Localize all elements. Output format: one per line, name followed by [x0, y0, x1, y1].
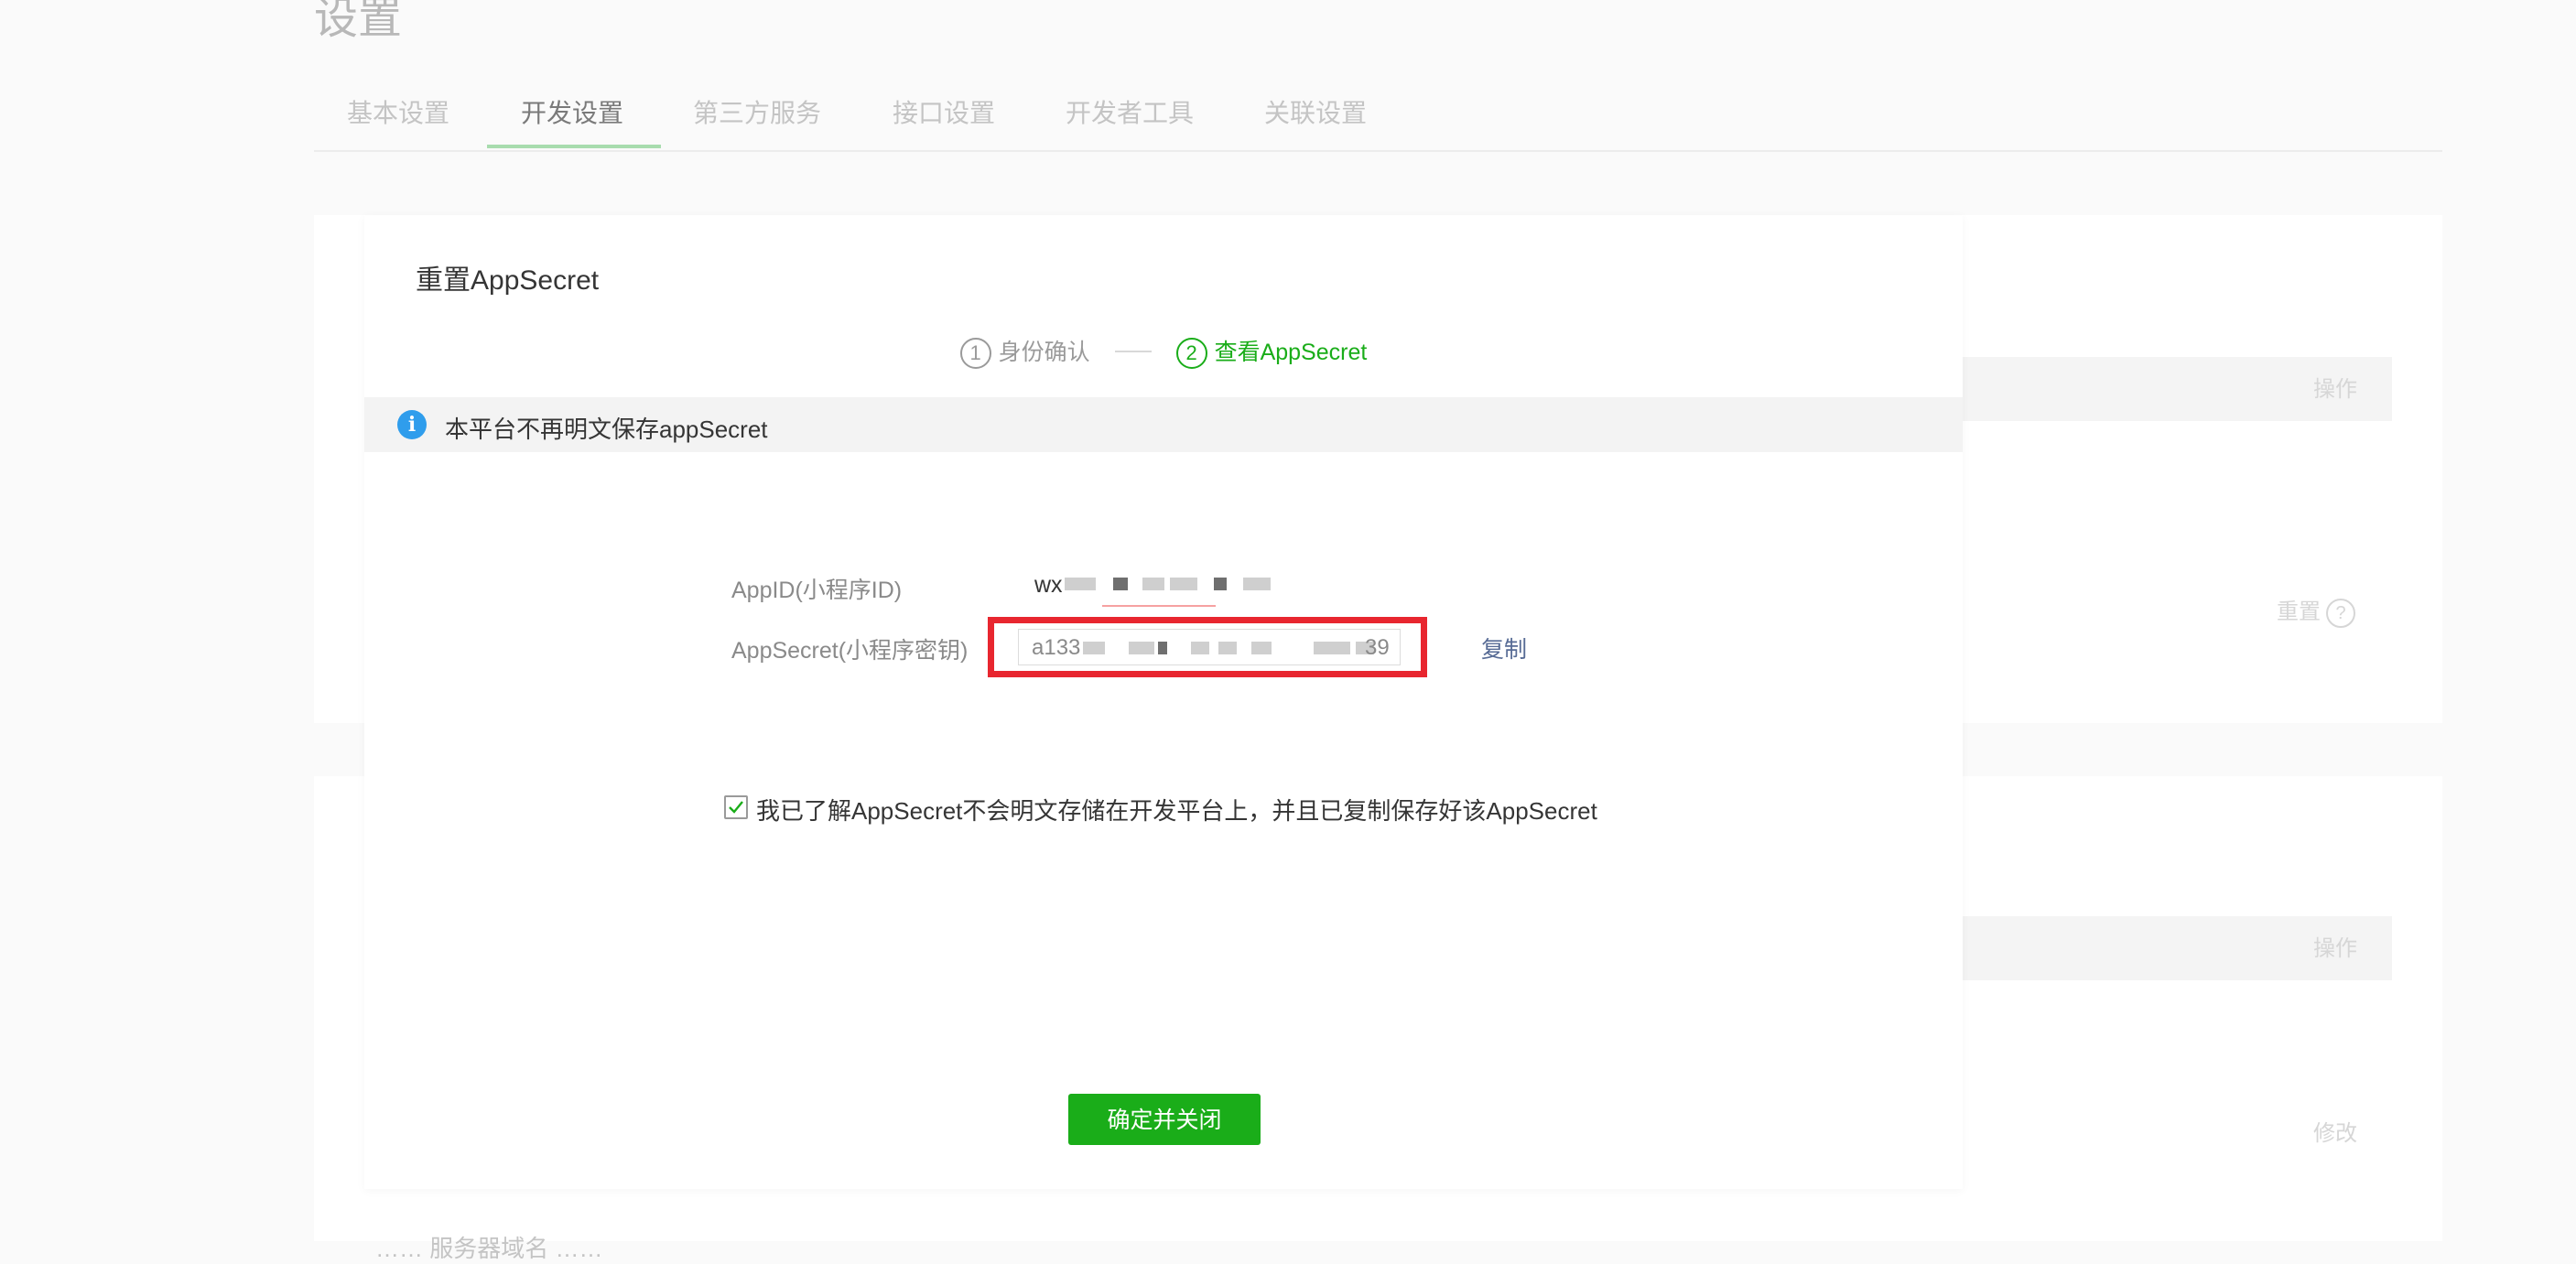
appid-value-prefix: wx [1034, 572, 1063, 598]
appsecret-highlight-box [988, 617, 1427, 677]
step-view-appsecret: 2 查看AppSecret [1175, 334, 1368, 370]
notice-text: 本平台不再明文保存appSecret [445, 416, 768, 443]
reset-link-label: 重置 [2277, 600, 2321, 624]
notice-bar: i 本平台不再明文保存appSecret [364, 397, 1963, 452]
step-label-2: 查看AppSecret [1214, 340, 1368, 365]
tab-dev-settings[interactable]: 开发设置 [521, 93, 623, 130]
dialog-title: 重置AppSecret [416, 265, 600, 296]
help-icon[interactable]: ? [2326, 598, 2355, 628]
reset-link[interactable]: 重置? [2277, 593, 2355, 628]
checkmark-icon [729, 801, 743, 814]
reset-appsecret-dialog: 重置AppSecret 1 身份确认 2 查看AppSecret i 本平台不再明文… [364, 215, 1963, 1189]
step-indicator: 1 身份确认 2 查看AppSecret [364, 334, 1963, 370]
tab-linked-settings[interactable]: 关联设置 [1264, 93, 1367, 130]
tab-third-party-services[interactable]: 第三方服务 [693, 93, 821, 130]
acknowledge-label[interactable]: 我已了解AppSecret不会明文存储在开发平台上，并且已复制保存好该AppSe… [756, 793, 1597, 826]
appid-value: wx [1034, 572, 1063, 599]
step-number-2: 2 [1175, 338, 1207, 370]
active-tab-indicator [487, 145, 661, 148]
appid-underline [1102, 605, 1216, 607]
page-title: 设置 [314, 0, 403, 43]
copy-appsecret-link[interactable]: 复制 [1481, 632, 1527, 664]
step-number-1: 1 [959, 338, 991, 370]
tab-api-settings[interactable]: 接口设置 [893, 93, 995, 130]
step-identity-confirm: 1 身份确认 [959, 334, 1090, 370]
background-footnote: …… 服务器域名 …… [375, 1235, 603, 1262]
step-label-1: 身份确认 [998, 340, 1090, 365]
step-divider [1114, 351, 1152, 353]
operation-header: 操作 [2313, 377, 2357, 402]
tab-developer-tools[interactable]: 开发者工具 [1066, 93, 1194, 130]
info-icon: i [397, 410, 427, 439]
appsecret-label: AppSecret(小程序密钥) [731, 638, 969, 664]
tab-bar: 基本设置 开发设置 第三方服务 接口设置 开发者工具 关联设置 [314, 84, 2442, 152]
appid-label: AppID(小程序ID) [731, 578, 903, 603]
acknowledge-checkbox[interactable] [724, 795, 748, 819]
operation-header: 操作 [2313, 936, 2357, 961]
tab-basic-settings[interactable]: 基本设置 [347, 93, 449, 130]
modify-link[interactable]: 修改 [2313, 1115, 2357, 1147]
confirm-and-close-button[interactable]: 确定并关闭 [1068, 1094, 1261, 1145]
